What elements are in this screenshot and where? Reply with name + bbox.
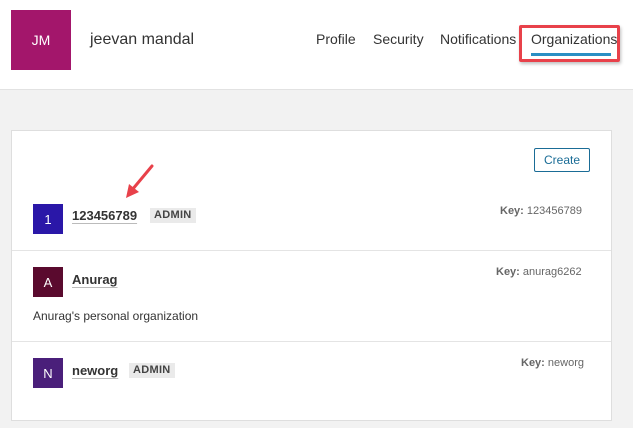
org-avatar-initial: 1: [44, 211, 52, 227]
org-name-link[interactable]: 123456789: [72, 208, 137, 223]
key-label: Key:: [496, 266, 520, 278]
annotation-arrow-icon: [126, 164, 154, 198]
key-value: 123456789: [526, 205, 582, 217]
key-value: neworg: [547, 357, 584, 369]
org-avatar: A: [33, 267, 63, 297]
tab-security[interactable]: Security: [373, 31, 424, 47]
org-avatar: N: [33, 358, 63, 388]
create-organization-button[interactable]: Create: [534, 148, 590, 172]
tab-notifications[interactable]: Notifications: [440, 31, 516, 47]
key-value: anurag6262: [522, 266, 582, 278]
admin-badge: ADMIN: [150, 208, 196, 223]
annotation-highlight-box: [519, 25, 620, 62]
page-header: JM jeevan mandal Profile Security Notifi…: [0, 0, 633, 90]
org-name-link[interactable]: neworg: [72, 363, 118, 378]
admin-badge: ADMIN: [129, 363, 175, 378]
org-avatar-initial: A: [43, 274, 53, 290]
org-description: Anurag's personal organization: [33, 309, 199, 323]
org-key: Key: 123456789: [500, 205, 582, 217]
org-name-link[interactable]: Anurag: [72, 272, 118, 287]
org-key: Key: anurag6262: [496, 266, 582, 278]
tab-profile[interactable]: Profile: [316, 31, 356, 47]
row-divider: [12, 250, 611, 251]
row-divider: [12, 341, 611, 342]
org-avatar-initial: N: [43, 365, 53, 381]
org-avatar: 1: [33, 204, 63, 234]
key-label: Key:: [521, 357, 545, 369]
org-key: Key: neworg: [521, 357, 584, 369]
key-label: Key:: [500, 205, 524, 217]
